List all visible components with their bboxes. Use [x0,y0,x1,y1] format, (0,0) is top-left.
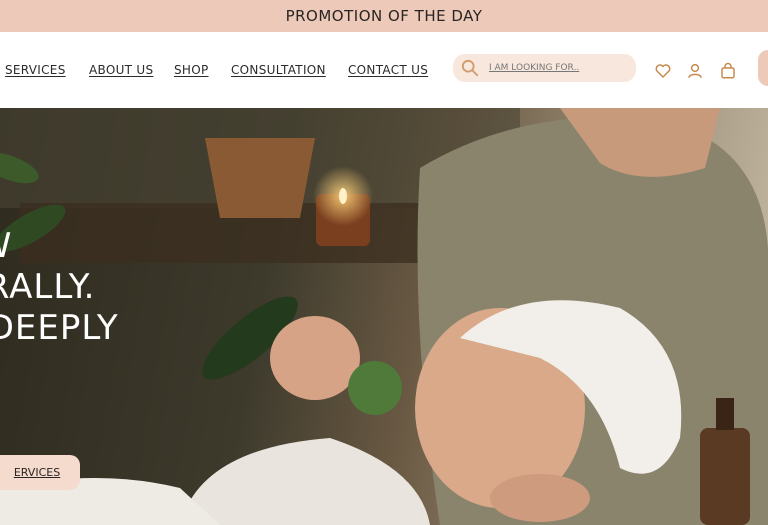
top-navigation: SERVICES ABOUT US SHOP CONSULTATION CONT… [0,32,768,108]
hero-headline: OW URALLY. L DEEPLY [0,226,119,349]
heart-icon[interactable] [654,62,672,80]
search-input[interactable] [487,62,631,74]
nav-link-consultation[interactable]: CONSULTATION [231,63,326,77]
nav-link-services[interactable]: SERVICES [5,63,66,77]
headline-line-1: OW [0,226,119,267]
bag-icon[interactable] [719,62,737,80]
search-icon [461,59,479,77]
services-button-label: ERVICES [13,466,61,479]
services-button[interactable]: ERVICES [0,455,80,490]
promo-banner: PROMOTION OF THE DAY [0,0,768,32]
promo-text: PROMOTION OF THE DAY [285,7,483,25]
search-bar[interactable] [453,54,636,82]
nav-link-contact-us[interactable]: CONTACT US [348,63,428,77]
headline-line-2: URALLY. [0,267,96,307]
nav-link-shop[interactable]: SHOP [174,63,209,77]
header-action-button[interactable] [758,50,768,86]
user-icon[interactable] [686,62,704,80]
nav-link-about-us[interactable]: ABOUT US [89,63,153,77]
hero-section: OW URALLY. L DEEPLY ERVICES [0,108,768,525]
headline-line-3: L DEEPLY [0,308,119,348]
